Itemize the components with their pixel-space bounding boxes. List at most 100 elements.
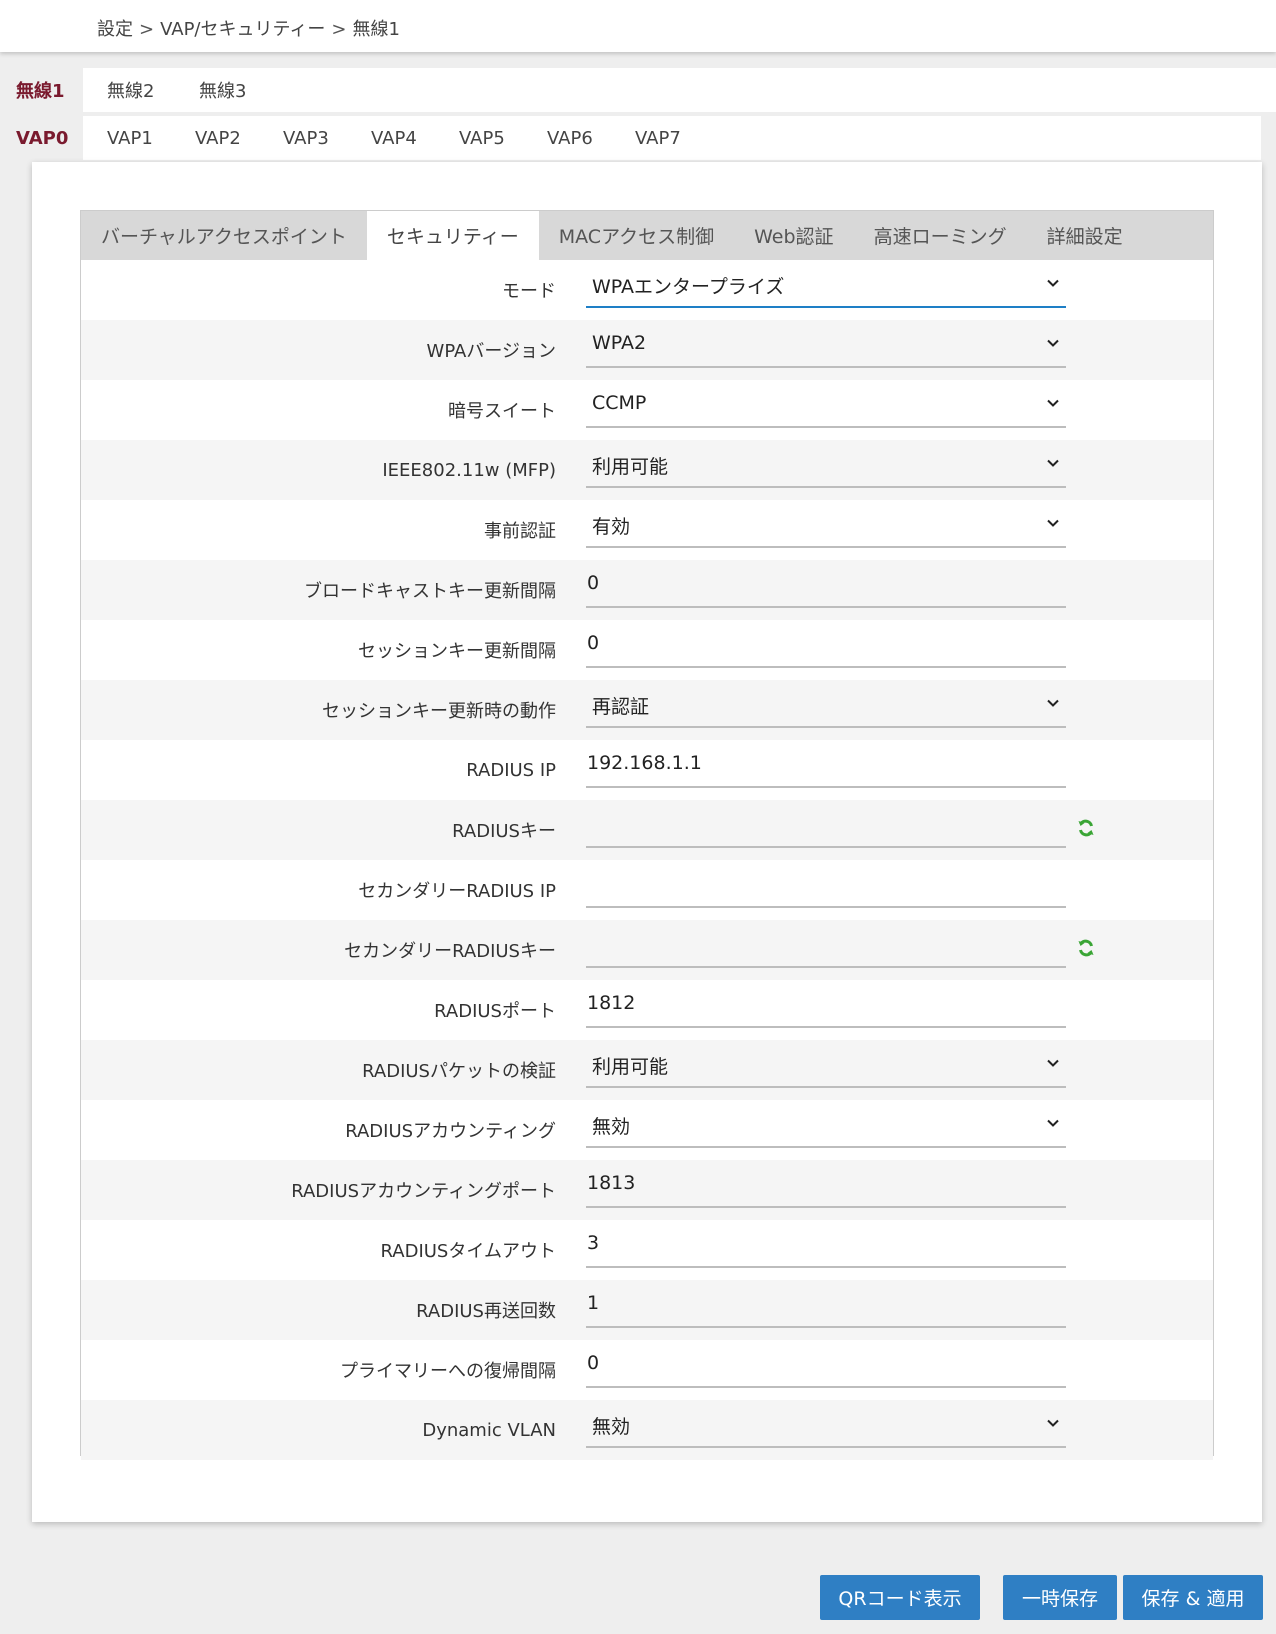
chevron-down-icon [1046,276,1060,290]
field-value: 192.168.1.1 [587,752,702,774]
chevron-down-icon [1046,1116,1060,1130]
field-value: CCMP [592,392,647,414]
field-value: 利用可能 [592,456,669,478]
form-label: WPAバージョン [426,341,556,362]
form-row: プライマリーへの復帰間隔 0 [81,1340,1213,1400]
field-value: 0 [587,632,600,654]
form-label: モード [502,281,556,302]
tab-vap4[interactable]: VAP4 [347,128,435,149]
form-label: セッションキー更新時の動作 [322,701,556,722]
select-field[interactable]: 利用可能 [586,1050,1066,1088]
text-input[interactable]: 0 [586,570,1066,608]
tab-vap6[interactable]: VAP6 [523,128,611,149]
form-label: セッションキー更新間隔 [358,641,556,662]
text-input[interactable]: 3 [586,1230,1066,1268]
form-label: RADIUSアカウンティングポート [291,1181,556,1202]
tab-vap1[interactable]: VAP1 [83,128,171,149]
form-label: 暗号スイート [448,401,556,422]
form-row: RADIUS IP 192.168.1.1 [81,740,1213,800]
breadcrumb-item-vap-security[interactable]: VAP/セキュリティー [160,19,325,40]
form-row: RADIUSポート 1812 [81,980,1213,1040]
form-row: RADIUSアカウンティング 無効 [81,1100,1213,1160]
form-label: セカンダリーRADIUSキー [344,941,556,962]
form-label: RADIUS再送回数 [416,1301,556,1322]
text-input[interactable] [586,810,1066,848]
tab-vap7[interactable]: VAP7 [611,128,699,149]
tab-radio1[interactable]: 無線1 [0,68,83,112]
form-row: Dynamic VLAN 無効 [81,1400,1213,1460]
select-field[interactable]: 有効 [586,510,1066,548]
temp-save-button[interactable]: 一時保存 [1003,1575,1117,1620]
text-input[interactable]: 0 [586,630,1066,668]
text-input[interactable]: 0 [586,1350,1066,1388]
form-label: RADIUSポート [434,1001,556,1022]
field-value: 無効 [592,1416,631,1438]
form-row: ブロードキャストキー更新間隔 0 [81,560,1213,620]
field-value: 1813 [587,1172,636,1194]
chevron-down-icon [1046,696,1060,710]
text-input[interactable]: 192.168.1.1 [586,750,1066,788]
sub-tab-2[interactable]: MACアクセス制御 [539,211,734,260]
sub-tab-1[interactable]: セキュリティー [366,211,539,260]
tab-vap5[interactable]: VAP5 [435,128,523,149]
radio-tab-row: 無線1 無線2 無線3 [0,68,1276,112]
field-value: 1 [587,1292,600,1314]
form-label: Dynamic VLAN [422,1419,556,1441]
breadcrumb-separator: > [139,19,155,40]
qr-code-button[interactable]: QRコード表示 [820,1575,980,1620]
select-field[interactable]: 無効 [586,1410,1066,1448]
tab-vap2[interactable]: VAP2 [171,128,259,149]
form-row: IEEE802.11w (MFP) 利用可能 [81,440,1213,500]
form-label: IEEE802.11w (MFP) [382,459,556,481]
form-row: RADIUSアカウンティングポート 1813 [81,1160,1213,1220]
select-field[interactable]: 無効 [586,1110,1066,1148]
text-input[interactable]: 1812 [586,990,1066,1028]
field-value: 再認証 [592,696,650,718]
text-input[interactable]: 1 [586,1290,1066,1328]
chevron-down-icon [1046,456,1060,470]
security-panel: バーチャルアクセスポイント セキュリティー MACアクセス制御 Web認証 高速ローミン… [80,210,1214,1460]
sub-tab-5[interactable]: 詳細設定 [1027,211,1143,260]
vap-tab-row: VAP0 VAP1 VAP2 VAP3 VAP4 VAP5 VAP6 VAP7 [0,116,1261,160]
form-row: セカンダリーRADIUSキー [81,920,1213,980]
form-row: RADIUS再送回数 1 [81,1280,1213,1340]
form-row: セカンダリーRADIUS IP [81,860,1213,920]
breadcrumb-item-settings[interactable]: 設定 [97,19,133,40]
field-value: 無効 [592,1116,631,1138]
tab-radio3[interactable]: 無線3 [175,77,267,103]
form-label: RADIUSキー [452,821,556,842]
sub-tab-3[interactable]: Web認証 [734,211,853,260]
settings-card: バーチャルアクセスポイント セキュリティー MACアクセス制御 Web認証 高速ローミン… [32,162,1262,1522]
form-label: RADIUS IP [466,759,556,781]
form-label: セカンダリーRADIUS IP [358,881,556,902]
field-value: WPAエンタープライズ [592,276,785,298]
sub-tab-4[interactable]: 高速ローミング [854,211,1027,260]
chevron-down-icon [1046,396,1060,410]
radio-tab-strip: 無線2 無線3 [83,68,1276,112]
refresh-icon[interactable] [1076,818,1096,838]
vap-tab-strip: VAP1 VAP2 VAP3 VAP4 VAP5 VAP6 VAP7 [83,116,1261,160]
text-input[interactable] [586,870,1066,908]
select-field[interactable]: CCMP [586,390,1066,428]
field-value: 3 [587,1232,600,1254]
field-value: 有効 [592,516,631,538]
select-field[interactable]: WPA2 [586,330,1066,368]
form-label: ブロードキャストキー更新間隔 [304,581,556,602]
save-apply-button[interactable]: 保存 & 適用 [1123,1575,1263,1620]
chevron-down-icon [1046,1416,1060,1430]
text-input[interactable]: 1813 [586,1170,1066,1208]
select-field[interactable]: 再認証 [586,690,1066,728]
text-input[interactable] [586,930,1066,968]
form-row: WPAバージョン WPA2 [81,320,1213,380]
sub-tab-0[interactable]: バーチャルアクセスポイント [81,211,367,260]
form-row: RADIUSパケットの検証 利用可能 [81,1040,1213,1100]
refresh-icon[interactable] [1076,938,1096,958]
chevron-down-icon [1046,336,1060,350]
select-field[interactable]: 利用可能 [586,450,1066,488]
tab-radio2[interactable]: 無線2 [83,77,175,103]
field-value: 0 [587,572,600,594]
select-field[interactable]: WPAエンタープライズ [586,270,1066,308]
tab-vap0[interactable]: VAP0 [0,116,83,160]
form-row: 事前認証 有効 [81,500,1213,560]
tab-vap3[interactable]: VAP3 [259,128,347,149]
